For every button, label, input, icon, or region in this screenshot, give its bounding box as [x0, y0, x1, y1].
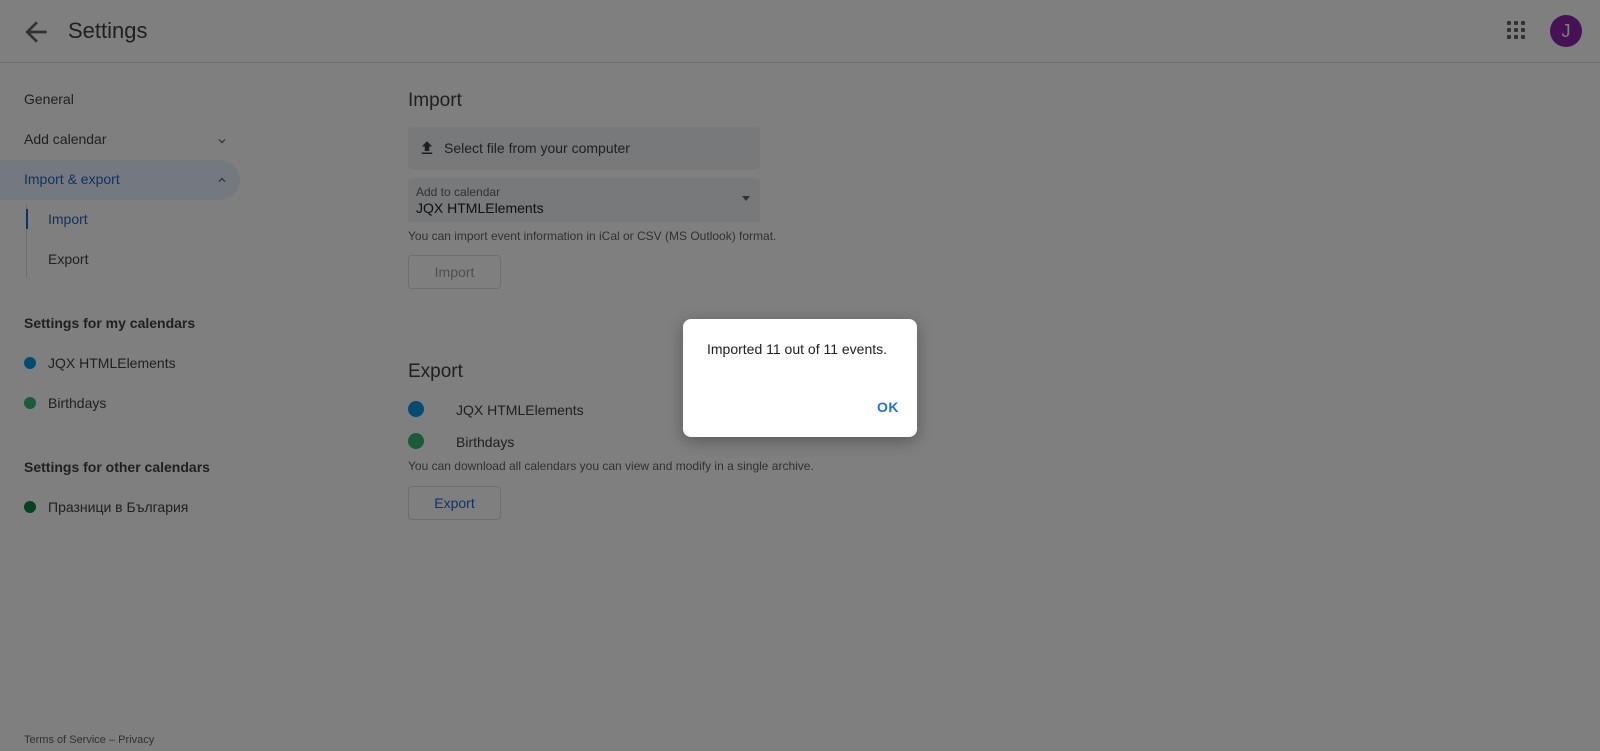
import-result-dialog: Imported 11 out of 11 events. OK: [683, 319, 917, 437]
dialog-message: Imported 11 out of 11 events.: [707, 341, 888, 357]
ok-button[interactable]: OK: [875, 397, 901, 417]
